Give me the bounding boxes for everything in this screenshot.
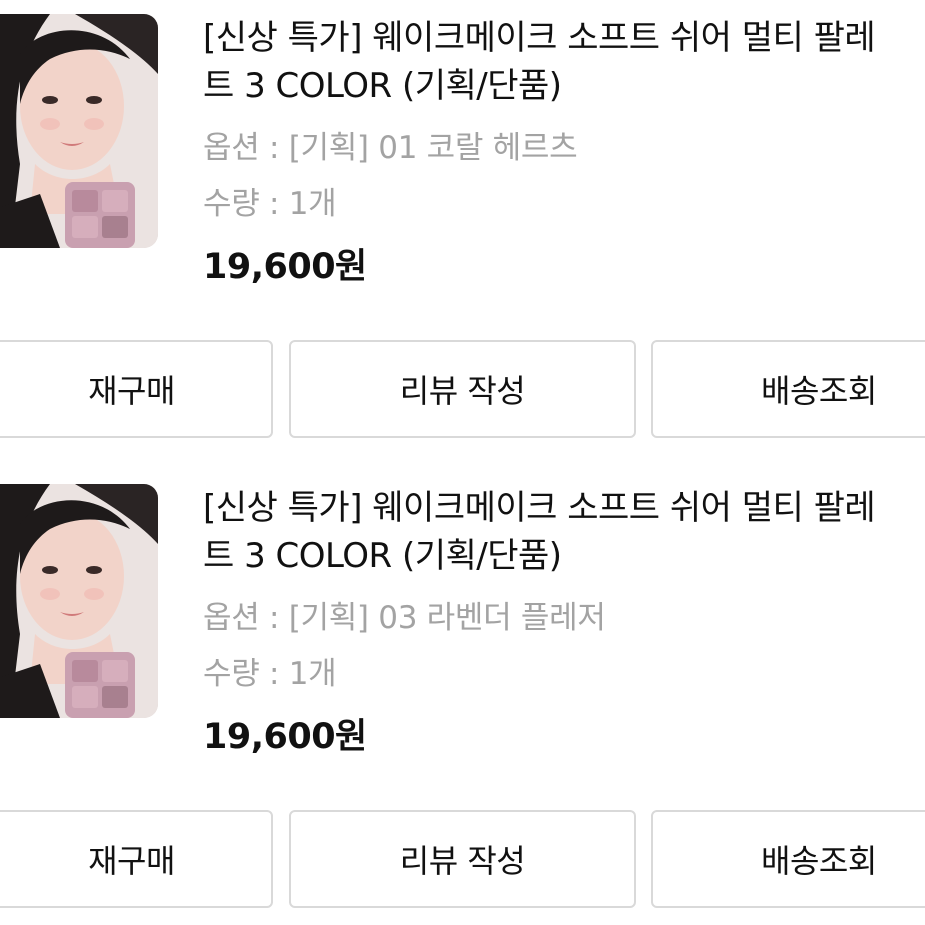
model-photo-icon: [0, 14, 158, 248]
rebuy-button[interactable]: 재구매: [0, 810, 273, 908]
product-price: 19,600원: [203, 717, 367, 757]
rebuy-button-label: 재구매: [88, 372, 175, 410]
product-price: 19,600원: [203, 247, 367, 287]
product-thumbnail[interactable]: [0, 484, 158, 718]
product-option: 옵션 : [기획] 03 라벤더 플레저: [203, 600, 606, 636]
write-review-button-label: 리뷰 작성: [399, 842, 526, 880]
product-quantity: 수량 : 1개: [203, 186, 337, 222]
track-shipping-button-label: 배송조회: [761, 842, 877, 880]
product-title[interactable]: [신상 특가] 웨이크메이크 소프트 쉬어 멀티 팔레트 3 COLOR (기획…: [203, 484, 903, 580]
write-review-button[interactable]: 리뷰 작성: [289, 340, 636, 438]
rebuy-button-label: 재구매: [88, 842, 175, 880]
write-review-button[interactable]: 리뷰 작성: [289, 810, 636, 908]
track-shipping-button[interactable]: 배송조회: [651, 810, 925, 908]
product-quantity: 수량 : 1개: [203, 656, 337, 692]
order-item: [신상 특가] 웨이크메이크 소프트 쉬어 멀티 팔레트 3 COLOR (기획…: [0, 470, 925, 925]
track-shipping-button[interactable]: 배송조회: [651, 340, 925, 438]
track-shipping-button-label: 배송조회: [761, 372, 877, 410]
product-option: 옵션 : [기획] 01 코랄 헤르츠: [203, 130, 578, 166]
product-thumbnail[interactable]: [0, 14, 158, 248]
order-list: [신상 특가] 웨이크메이크 소프트 쉬어 멀티 팔레트 3 COLOR (기획…: [0, 0, 925, 925]
rebuy-button[interactable]: 재구매: [0, 340, 273, 438]
write-review-button-label: 리뷰 작성: [399, 372, 526, 410]
model-photo-icon: [0, 484, 158, 718]
product-title[interactable]: [신상 특가] 웨이크메이크 소프트 쉬어 멀티 팔레트 3 COLOR (기획…: [203, 14, 903, 110]
order-item: [신상 특가] 웨이크메이크 소프트 쉬어 멀티 팔레트 3 COLOR (기획…: [0, 0, 925, 470]
